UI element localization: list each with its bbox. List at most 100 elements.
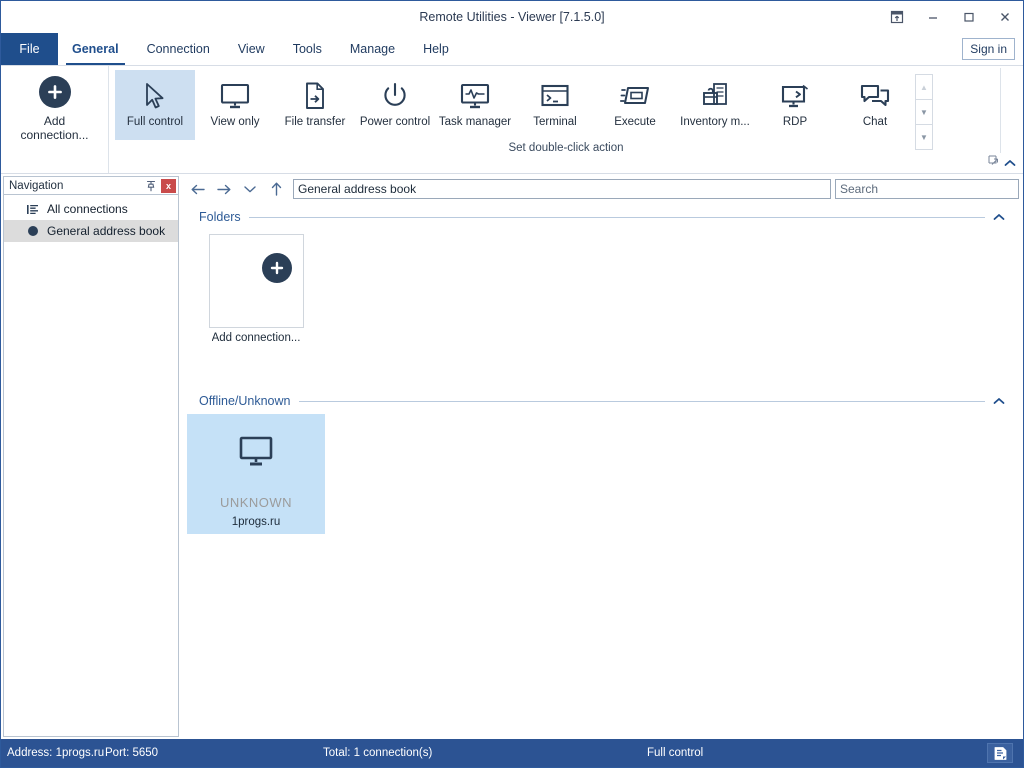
plus-circle-icon xyxy=(262,253,292,283)
window-controls xyxy=(879,1,1023,33)
group-rule xyxy=(249,217,985,218)
group-offline-unknown: Offline/Unknown UNKNOWN xyxy=(181,388,1023,534)
chevron-up-icon[interactable] xyxy=(993,213,1005,221)
status-bar: Address: 1progs.ru Port: 5650 Total: 1 c… xyxy=(1,739,1023,767)
ribbon-action-label: Inventory m... xyxy=(680,116,750,128)
menu-item-help[interactable]: Help xyxy=(409,33,463,65)
menu-item-file[interactable]: File xyxy=(1,33,58,65)
ribbon-action-list: Full control View only File transfer xyxy=(115,66,1017,144)
up-arrow-icon[interactable] xyxy=(263,176,289,202)
sign-in-button[interactable]: Sign in xyxy=(962,38,1015,60)
ribbon-action-label: Chat xyxy=(863,116,887,128)
ribbon-action-label: Terminal xyxy=(533,116,576,128)
group-title: Folders xyxy=(199,210,241,224)
inventory-icon xyxy=(700,78,730,114)
maximize-icon[interactable] xyxy=(951,1,987,33)
tile-thumbnail: UNKNOWN xyxy=(209,418,304,512)
tile-add-connection[interactable]: Add connection... xyxy=(187,230,325,350)
ribbon-action-view-only[interactable]: View only xyxy=(195,70,275,140)
connections-content: Folders Add co xyxy=(181,204,1023,739)
dialog-launcher-icon[interactable] xyxy=(988,153,999,171)
search-input[interactable] xyxy=(835,179,1019,199)
ribbon-action-label: Power control xyxy=(360,116,430,128)
ribbon-action-label: Execute xyxy=(614,116,656,128)
monitor-icon xyxy=(236,434,276,475)
navigation-title: Navigation xyxy=(9,180,143,192)
ribbon-scroll-up-icon[interactable]: ▲ xyxy=(916,75,932,100)
circle-icon xyxy=(26,225,40,237)
menu-item-tools[interactable]: Tools xyxy=(279,33,336,65)
ribbon-action-label: File transfer xyxy=(285,116,346,128)
navigation-panel: Navigation x All connections Gen xyxy=(1,174,181,739)
window-title: Remote Utilities - Viewer [7.1.5.0] xyxy=(1,10,1023,24)
task-monitor-icon xyxy=(459,78,491,114)
navigation-close-button[interactable]: x xyxy=(161,179,176,193)
address-toolbar xyxy=(181,174,1023,204)
ribbon-action-power-control[interactable]: Power control xyxy=(355,70,435,140)
add-connection-label-line2: connection... xyxy=(20,128,88,142)
chat-icon xyxy=(859,78,891,114)
menu-item-manage[interactable]: Manage xyxy=(336,33,409,65)
ribbon-collapse-icon[interactable] xyxy=(1001,155,1019,171)
title-bar: Remote Utilities - Viewer [7.1.5.0] xyxy=(1,1,1023,33)
group-rule xyxy=(299,401,986,402)
power-icon xyxy=(380,78,410,114)
tile-list: UNKNOWN 1progs.ru xyxy=(185,410,1007,534)
ribbon-action-terminal[interactable]: Terminal xyxy=(515,70,595,140)
tile-thumbnail xyxy=(209,234,304,328)
ribbon-action-rdp[interactable]: RDP xyxy=(755,70,835,140)
ribbon-display-options-icon[interactable] xyxy=(879,1,915,33)
sidebar-item-label: General address book xyxy=(47,224,165,238)
chevron-down-icon[interactable] xyxy=(237,176,263,202)
tile-connection-1progsru[interactable]: UNKNOWN 1progs.ru xyxy=(187,414,325,534)
file-arrow-icon xyxy=(302,78,328,114)
ribbon-action-file-transfer[interactable]: File transfer xyxy=(275,70,355,140)
application-window: Remote Utilities - Viewer [7.1.5.0] File… xyxy=(0,0,1024,768)
ribbon-action-task-manager[interactable]: Task manager xyxy=(435,70,515,140)
sidebar-item-all-connections[interactable]: All connections xyxy=(4,198,178,220)
notes-icon[interactable] xyxy=(987,743,1013,763)
tile-list: Add connection... xyxy=(185,226,1007,350)
ribbon-action-label: Full control xyxy=(127,116,183,128)
sidebar-item-label: All connections xyxy=(47,202,128,216)
ribbon-action-chat[interactable]: Chat xyxy=(835,70,915,140)
signin-area: Sign in xyxy=(962,33,1023,65)
navigation-header: Navigation x xyxy=(3,176,179,195)
main-area: Folders Add co xyxy=(181,174,1023,739)
ribbon-action-inventory-manager[interactable]: Inventory m... xyxy=(675,70,755,140)
tile-caption: Add connection... xyxy=(212,332,301,344)
chevron-up-icon[interactable] xyxy=(993,397,1005,405)
ribbon-action-label: Task manager xyxy=(439,116,511,128)
ribbon-action-full-control[interactable]: Full control xyxy=(115,70,195,140)
add-connection-button[interactable]: Add connection... xyxy=(1,66,109,173)
status-port: Port: 5650 xyxy=(105,747,158,759)
ribbon-action-execute[interactable]: Execute xyxy=(595,70,675,140)
sidebar-item-general-address-book[interactable]: General address book xyxy=(4,220,178,242)
terminal-icon xyxy=(539,78,571,114)
close-icon[interactable] xyxy=(987,1,1023,33)
pin-icon[interactable] xyxy=(143,178,159,194)
menu-item-view[interactable]: View xyxy=(224,33,279,65)
address-input[interactable] xyxy=(293,179,831,199)
menu-item-general[interactable]: General xyxy=(58,33,133,65)
navigation-list: All connections General address book xyxy=(3,195,179,737)
tile-status: UNKNOWN xyxy=(209,495,304,510)
group-folders: Folders Add co xyxy=(181,204,1023,350)
ribbon-scroll-down-icon[interactable]: ▼ xyxy=(916,100,932,125)
minimize-icon[interactable] xyxy=(915,1,951,33)
plus-circle-icon xyxy=(39,76,71,108)
ribbon-action-label: RDP xyxy=(783,116,807,128)
menu-item-connection[interactable]: Connection xyxy=(133,33,224,65)
forward-arrow-icon[interactable] xyxy=(211,176,237,202)
execute-icon xyxy=(619,78,651,114)
group-title: Offline/Unknown xyxy=(199,394,291,408)
add-connection-label-line1: Add xyxy=(20,114,88,128)
ribbon-scroll-buttons: ▲ ▼ ▼ xyxy=(915,74,933,150)
status-total-connections: Total: 1 connection(s) xyxy=(323,747,432,759)
status-address: Address: 1progs.ru xyxy=(7,747,104,759)
back-arrow-icon[interactable] xyxy=(185,176,211,202)
ribbon-action-label: View only xyxy=(210,116,259,128)
list-icon xyxy=(26,204,40,215)
group-header: Offline/Unknown xyxy=(199,388,1005,410)
ribbon: Add connection... Full control View only xyxy=(1,65,1023,173)
